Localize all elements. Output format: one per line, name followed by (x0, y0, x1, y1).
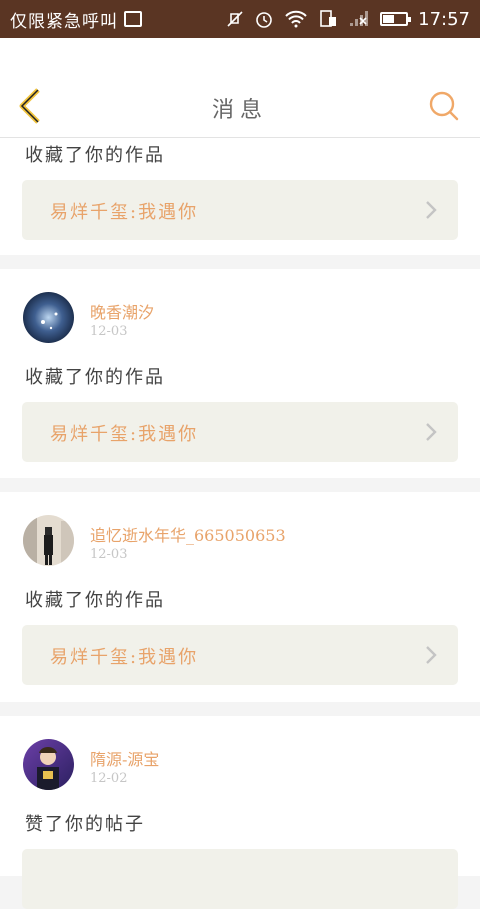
message-action-text: 收藏了你的作品 (25, 145, 165, 166)
avatar[interactable] (23, 739, 74, 790)
work-title: 易烊千玺:我遇你 (50, 647, 199, 668)
chevron-right-icon (426, 201, 437, 219)
username[interactable]: 追忆逝水年华_665050653 (90, 522, 286, 546)
carrier-text: 仅限紧急呼叫 (10, 11, 118, 32)
clock-time: 17:57 (418, 8, 470, 30)
sim-icon (320, 10, 337, 27)
search-icon[interactable] (428, 90, 460, 122)
work-title: 易烊千玺:我遇你 (50, 424, 199, 445)
work-link-box[interactable]: 易烊千玺:我遇你 (22, 625, 458, 685)
divider (0, 255, 480, 269)
page-title: 消息 (211, 98, 268, 123)
mute-icon (227, 11, 243, 27)
message-item: 追忆逝水年华_665050653 12-03 收藏了你的作品 易烊千玺:我遇你 (0, 492, 480, 702)
divider (0, 702, 480, 716)
work-title: 易烊千玺:我遇你 (50, 202, 199, 223)
message-item: 收藏了你的作品 易烊千玺:我遇你 (0, 138, 480, 255)
chevron-right-icon (426, 646, 437, 664)
message-date: 12-02 (90, 771, 128, 786)
status-bar: 仅限紧急呼叫 17:57 (0, 0, 480, 38)
divider (0, 478, 480, 492)
status-icons: 17:57 (226, 9, 470, 30)
gallery-icon (124, 11, 142, 27)
app-header: 消息 (0, 38, 480, 138)
alarm-icon (256, 12, 272, 28)
signal-icon (350, 11, 369, 26)
chevron-right-icon (426, 423, 437, 441)
message-date: 12-03 (90, 547, 128, 562)
message-item: 晚香潮汐 12-03 收藏了你的作品 易烊千玺:我遇你 (0, 269, 480, 478)
work-link-box[interactable]: 易烊千玺:我遇你 (22, 402, 458, 462)
work-link-box[interactable] (22, 849, 458, 909)
username[interactable]: 晚香潮汐 (90, 299, 154, 323)
message-date: 12-03 (90, 324, 128, 339)
username[interactable]: 隋源-源宝 (90, 746, 159, 770)
message-action-text: 收藏了你的作品 (25, 367, 165, 388)
wifi-icon (285, 10, 307, 28)
message-action-text: 收藏了你的作品 (25, 590, 165, 611)
battery-icon (380, 12, 412, 26)
message-list: 收藏了你的作品 易烊千玺:我遇你 晚香潮汐 12-03 收藏了你的作品 易烊千玺… (0, 138, 480, 909)
message-item: 隋源-源宝 12-02 赞了你的帖子 (0, 716, 480, 909)
avatar[interactable] (23, 515, 74, 566)
work-link-box[interactable]: 易烊千玺:我遇你 (22, 180, 458, 240)
message-action-text: 赞了你的帖子 (25, 814, 145, 835)
avatar[interactable] (23, 292, 74, 343)
